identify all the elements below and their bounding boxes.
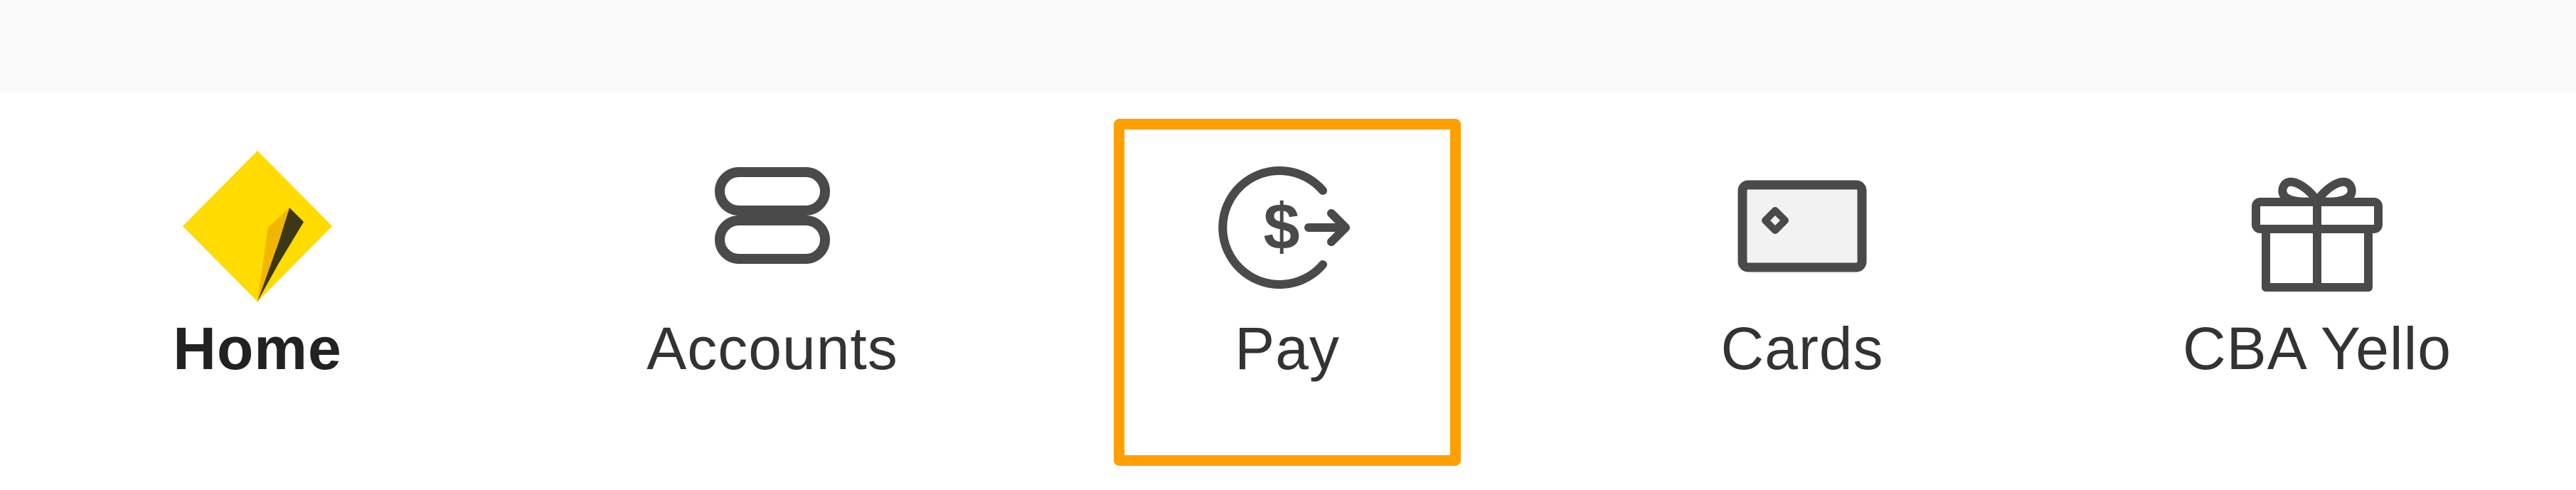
nav-item-pay[interactable]: $ Pay <box>1030 92 1545 490</box>
svg-text:$: $ <box>1263 191 1299 263</box>
cba-logo-icon <box>172 142 343 313</box>
nav-item-home[interactable]: Home <box>0 92 515 490</box>
top-strip <box>0 0 2576 92</box>
gift-icon <box>2232 142 2402 313</box>
nav-item-cards[interactable]: Cards <box>1545 92 2060 490</box>
nav-item-accounts[interactable]: Accounts <box>515 92 1030 490</box>
bottom-nav-bar: Home Accounts $ Pay Cards CBA Yello <box>0 92 2576 490</box>
nav-label-home: Home <box>173 315 342 382</box>
app-screen: Home Accounts $ Pay Cards CBA Yello <box>0 0 2576 490</box>
nav-label-cba-yello: CBA Yello <box>2183 315 2452 382</box>
nav-label-accounts: Accounts <box>646 315 898 382</box>
nav-label-cards: Cards <box>1720 315 1884 382</box>
accounts-icon <box>687 142 858 313</box>
card-icon <box>1717 142 1888 313</box>
pay-icon: $ <box>1202 142 1373 313</box>
nav-item-cba-yello[interactable]: CBA Yello <box>2060 92 2575 490</box>
nav-label-pay: Pay <box>1235 315 1340 382</box>
